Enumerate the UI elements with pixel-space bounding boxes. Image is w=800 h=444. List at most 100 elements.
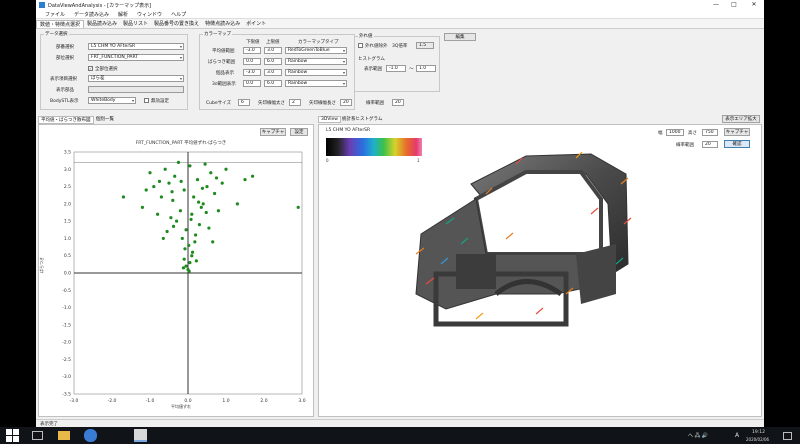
minimize-button[interactable]: — [708, 0, 724, 10]
cm-type-dropdown[interactable]: Rainbow [285, 69, 347, 76]
data-point [187, 243, 191, 247]
menu-analysis[interactable]: 解析 [118, 11, 128, 18]
body-stl-label: BodySTL表示 [50, 99, 79, 104]
maximize-button[interactable]: □ [726, 0, 742, 10]
system-tray-icons[interactable]: へ 🖧 🔊 [688, 432, 708, 441]
data-point [182, 257, 186, 261]
cm-type-dropdown[interactable]: Rainbow [285, 80, 347, 87]
data-point [144, 188, 148, 192]
sigma-field[interactable]: 1.5 [416, 42, 434, 49]
scatter-plot: -3.0 -2.0 -1.0 0.0 1.0 2.0 3.0 3.5 3.0 2.5 2.0 1.5 1… [62, 150, 305, 405]
zoom-field[interactable]: 20 [702, 141, 718, 148]
data-point [190, 212, 194, 216]
cm-lower-field[interactable]: 0.0 [243, 58, 261, 65]
cm-lower-field[interactable]: 0.0 [243, 80, 261, 87]
cm-upper-field[interactable]: 3.0 [264, 47, 282, 54]
menu-help[interactable]: ヘルプ [171, 11, 186, 18]
menu-window[interactable]: ウィンドウ [137, 11, 162, 18]
display-part-field[interactable] [88, 86, 184, 93]
edit-button[interactable]: 編集 [444, 33, 476, 41]
data-point [190, 250, 195, 254]
all-parts-checkbox[interactable]: ✓ [88, 66, 93, 71]
ime-indicator[interactable]: A [735, 432, 739, 439]
expand-view-button[interactable]: 表示エリア拡大 [722, 115, 760, 123]
data-point [193, 240, 197, 244]
height-field[interactable]: 750 [702, 129, 718, 136]
data-point [178, 209, 182, 213]
data-point [220, 181, 224, 185]
outlier-label: 外れ値除外 [365, 44, 388, 49]
cm-row-label: 平均値範囲 [212, 49, 235, 54]
range-min-field[interactable]: -1.0 [386, 65, 406, 72]
scale-field[interactable]: 20 [392, 99, 404, 106]
tab-product-load[interactable]: 製品読み込み [84, 20, 120, 27]
vehicle-label: 部番選択 [56, 45, 74, 50]
vehicle-dropdown[interactable]: L5 CHM YO AFterSR [88, 43, 184, 50]
data-point [192, 195, 196, 199]
y-tick-label: 3.5 [64, 150, 71, 156]
range-max-field[interactable]: 1.0 [416, 65, 436, 72]
data-point [197, 223, 201, 227]
data-point [183, 247, 187, 251]
data-point [161, 236, 165, 241]
cm-type-dropdown[interactable]: Rainbow [285, 58, 347, 65]
tab-product-replace[interactable]: 製品番号の置き換え [151, 20, 202, 27]
copy-button[interactable]: キャプチャ [260, 128, 286, 136]
data-point [296, 205, 300, 209]
cm-lower-field[interactable]: -3.0 [243, 69, 261, 76]
tab-feature-load[interactable]: 特徴点読み込み [202, 20, 243, 27]
menu-data-load[interactable]: データ読み込み [74, 11, 109, 18]
windows-start-icon[interactable] [6, 429, 19, 442]
part-dropdown[interactable]: FRT_FUNCTION_PART [88, 54, 184, 61]
arrow-len-field[interactable]: 20 [340, 99, 352, 106]
taskbar: へ 🖧 🔊 A 19:12 2020/02/06 [0, 427, 800, 444]
cm-upper-field[interactable]: 3.0 [264, 69, 282, 76]
x-tick-label: -1.0 [146, 398, 155, 404]
tab-stats-histogram[interactable]: 統計系ヒストグラム [340, 116, 384, 122]
x-tick-label: 3.0 [298, 398, 305, 404]
tab-individual-list[interactable]: 個別一覧 [94, 116, 116, 122]
active-app-icon[interactable] [134, 429, 147, 442]
browser-icon[interactable] [84, 429, 97, 442]
tab-product-list[interactable]: 製品リスト [120, 20, 151, 27]
menu-file[interactable]: ファイル [45, 11, 65, 18]
data-point [152, 184, 156, 189]
cm-type-dropdown[interactable]: RedToGreenToBlue [285, 47, 347, 54]
tab-points[interactable]: ポイント [243, 20, 269, 27]
data-point [216, 209, 220, 213]
vehicle-tag: L5 CHM YO AFterSR [326, 128, 371, 133]
settings-button[interactable]: 設定 [290, 128, 308, 136]
data-point [170, 190, 174, 194]
body-stl-dropdown[interactable]: WhiteBody [88, 97, 136, 104]
capture-button[interactable]: キャプチャ [724, 128, 750, 136]
data-point [195, 178, 200, 182]
width-field[interactable]: 1000 [666, 129, 684, 136]
tab-feature-select[interactable]: 数値・特徴点選択 [36, 19, 85, 28]
display-item-label: 表示項目選択 [50, 77, 77, 82]
cm-upper-field[interactable]: 6.0 [264, 58, 282, 65]
sigma-label: 3Q倍率 [392, 44, 408, 49]
y-tick-label: -3.0 [62, 374, 71, 380]
apply-button[interactable]: 確認 [724, 140, 750, 148]
data-point [213, 191, 217, 196]
cm-upper-field[interactable]: 6.0 [264, 80, 282, 87]
data-point [203, 162, 207, 166]
data-point [224, 167, 228, 171]
outlier-checkbox[interactable] [358, 43, 363, 48]
cube-size-field[interactable]: 6 [238, 99, 250, 106]
cm-lower-field[interactable]: -3.0 [243, 47, 261, 54]
display-item-dropdown[interactable]: ばら差 [88, 75, 184, 82]
task-view-icon[interactable] [32, 431, 43, 440]
explorer-icon[interactable] [58, 431, 70, 440]
data-point [214, 176, 219, 180]
data-point [201, 202, 205, 206]
disable-checkbox[interactable] [144, 98, 149, 103]
notification-icon[interactable] [783, 432, 792, 440]
y-tick-label: 1.0 [64, 236, 71, 242]
y-tick-label: 2.5 [64, 184, 71, 190]
data-point [199, 205, 203, 209]
arrow-line-field[interactable]: 2 [289, 99, 301, 106]
close-button[interactable]: ✕ [746, 0, 762, 10]
tab-3dview[interactable]: 3DView [318, 116, 341, 123]
tab-scatter[interactable]: 平均値・ばらつき散布図 [38, 116, 94, 124]
